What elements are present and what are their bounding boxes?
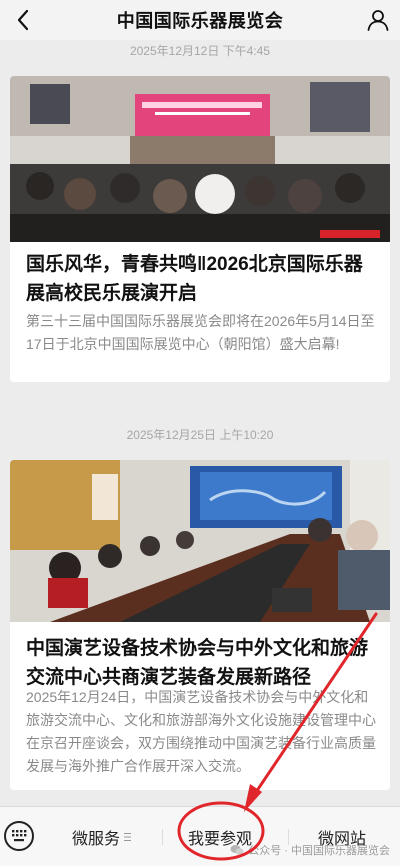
user-icon (367, 10, 389, 31)
article-summary: 第三十三届中国国际乐器展览会即将在2026年5月14日至17日于北京中国国际展览… (26, 313, 375, 352)
menu-label: 微服务 (72, 831, 121, 848)
article-summary: 2025年12月24日，中国演艺设备技术协会与中外文化和旅游交流中心、文化和旅游… (26, 689, 376, 774)
top-nav-bar: 中国国际乐器展览会 (0, 0, 400, 40)
article-cover-photo (10, 76, 390, 242)
message-timestamp: 2025年12月25日 上午10:20 (126, 428, 274, 442)
submenu-icon (124, 833, 132, 841)
menu-micro-services[interactable]: 微服务 (72, 825, 132, 849)
watermark: 公众号 · 中国国际乐器展览会 (230, 842, 390, 858)
profile-button[interactable] (362, 4, 394, 36)
keyboard-icon (12, 830, 27, 842)
message-timestamp: 2025年12月12日 下午4:45 (129, 44, 271, 58)
article-card[interactable]: 中国演艺设备技术协会与中外文化和旅游交流中心共商演艺装备发展新路径 2025年1… (10, 460, 390, 790)
wechat-icon (230, 845, 244, 855)
article-card[interactable]: 国乐风华，青春共鸣‖2026北京国际乐器展高校民乐展演开启 第三十三届中国国际乐… (10, 76, 390, 382)
chevron-left-icon (17, 9, 29, 31)
article-title: 国乐风华，青春共鸣‖2026北京国际乐器展高校民乐展演开启 (26, 254, 363, 304)
article-title: 中国演艺设备技术协会与中外文化和旅游交流中心共商演艺装备发展新路径 (26, 638, 369, 688)
watermark-text: 公众号 · 中国国际乐器展览会 (248, 845, 390, 857)
keyboard-toggle-button[interactable] (4, 821, 34, 851)
back-button[interactable] (8, 4, 38, 36)
article-cover-photo (10, 460, 390, 622)
page-title: 中国国际乐器展览会 (116, 11, 284, 31)
menu-divider (162, 829, 163, 845)
